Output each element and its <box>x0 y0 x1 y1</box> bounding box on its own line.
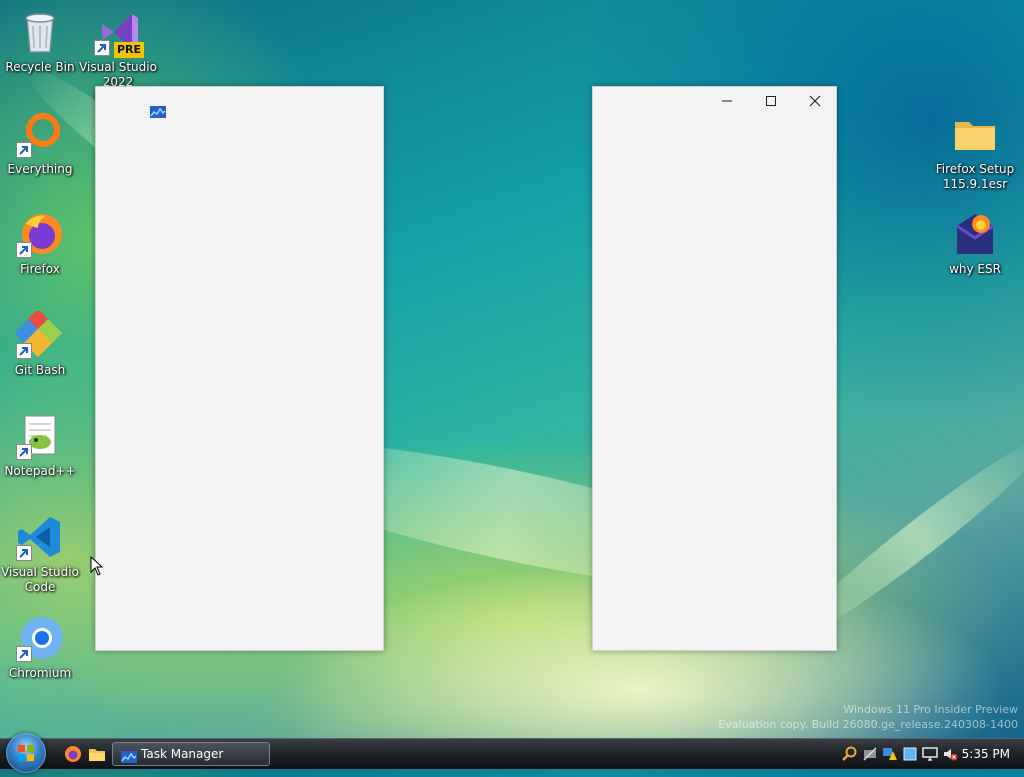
everything-icon <box>16 110 64 158</box>
recycle-bin-icon <box>16 8 64 56</box>
desktop-icon-label: Recycle Bin <box>5 60 75 74</box>
desktop-icon-label: Firefox <box>20 262 60 276</box>
chromium-icon <box>16 614 64 662</box>
close-button[interactable] <box>793 87 837 115</box>
desktop-icon-label: Git Bash <box>14 363 66 377</box>
tray-volume-muted-icon[interactable] <box>942 746 958 762</box>
shortcut-arrow-icon <box>16 646 32 662</box>
folder-icon <box>951 110 999 158</box>
desktop-icon-label: Chromium <box>8 666 72 680</box>
desktop-icon-chromium[interactable]: Chromium <box>0 614 80 681</box>
desktop-icon-visual-studio-code[interactable]: Visual Studio Code <box>0 513 80 595</box>
vscode-icon <box>16 513 64 561</box>
task-manager-icon <box>121 748 137 763</box>
task-manager-app-icon <box>150 103 166 118</box>
desktop-icon-recycle-bin[interactable]: Recycle Bin <box>0 8 80 75</box>
desktop-icon-label: why ESR <box>949 262 1001 276</box>
close-icon <box>809 95 821 107</box>
desktop-icon-label: Firefox Setup 115.9.1esr <box>935 162 1015 191</box>
watermark-line2: Evaluation copy. Build 26080.ge_release.… <box>718 718 1018 731</box>
taskbar-task-label: Task Manager <box>141 747 224 761</box>
maximize-icon <box>766 96 776 106</box>
quicklaunch-firefox[interactable] <box>64 745 82 763</box>
shortcut-arrow-icon <box>94 40 110 56</box>
desktop-icon-label: Visual Studio Code <box>1 565 79 594</box>
firefox-icon <box>16 210 64 258</box>
notepad-plus-plus-icon <box>16 412 64 460</box>
task-manager-window[interactable] <box>95 86 384 651</box>
shortcut-arrow-icon <box>16 343 32 359</box>
desktop-icon-label: Notepad++ <box>4 464 76 478</box>
git-bash-icon <box>13 308 64 359</box>
visual-studio-preview-icon: PRE <box>94 8 144 58</box>
taskbar-task-manager[interactable]: Task Manager <box>112 742 270 766</box>
mouse-cursor-icon <box>90 555 104 580</box>
shortcut-arrow-icon <box>16 242 32 258</box>
desktop-icon-firefox-setup[interactable]: Firefox Setup 115.9.1esr <box>935 110 1015 192</box>
minimize-icon <box>722 100 732 102</box>
taskbar: Task Manager 5:35 PM <box>0 733 1024 773</box>
desktop-icon-why-esr[interactable]: why ESR <box>935 210 1015 277</box>
shortcut-arrow-icon <box>16 142 32 158</box>
firefox-esr-icon <box>951 210 999 258</box>
desktop-icon-git-bash[interactable]: Git Bash <box>0 308 80 378</box>
tray-window-icon[interactable] <box>902 746 918 762</box>
windows-logo-icon <box>18 745 34 761</box>
tray-search-icon[interactable] <box>842 746 858 762</box>
tray-network-disabled-icon[interactable] <box>862 746 878 762</box>
preview-badge: PRE <box>114 42 144 58</box>
desktop-icon-firefox[interactable]: Firefox <box>0 210 80 277</box>
shortcut-arrow-icon <box>16 444 32 460</box>
desktop-icon-label: Everything <box>7 162 73 176</box>
tray-monitor-icon[interactable] <box>922 746 938 762</box>
tray-warning-icon[interactable] <box>882 746 898 762</box>
minimize-button[interactable] <box>705 87 749 115</box>
maximize-button[interactable] <box>749 87 793 115</box>
desktop-icon-everything[interactable]: Everything <box>0 110 80 177</box>
taskbar-clock[interactable]: 5:35 PM <box>962 739 1010 769</box>
desktop-icon-notepad-plus-plus[interactable]: Notepad++ <box>0 412 80 479</box>
blank-window[interactable] <box>592 86 837 651</box>
shortcut-arrow-icon <box>16 545 32 561</box>
watermark-line1: Windows 11 Pro Insider Preview <box>843 703 1018 716</box>
quicklaunch-explorer[interactable] <box>88 745 106 763</box>
folder-icon <box>89 749 105 761</box>
firefox-icon <box>65 746 81 762</box>
start-button[interactable] <box>6 733 46 773</box>
